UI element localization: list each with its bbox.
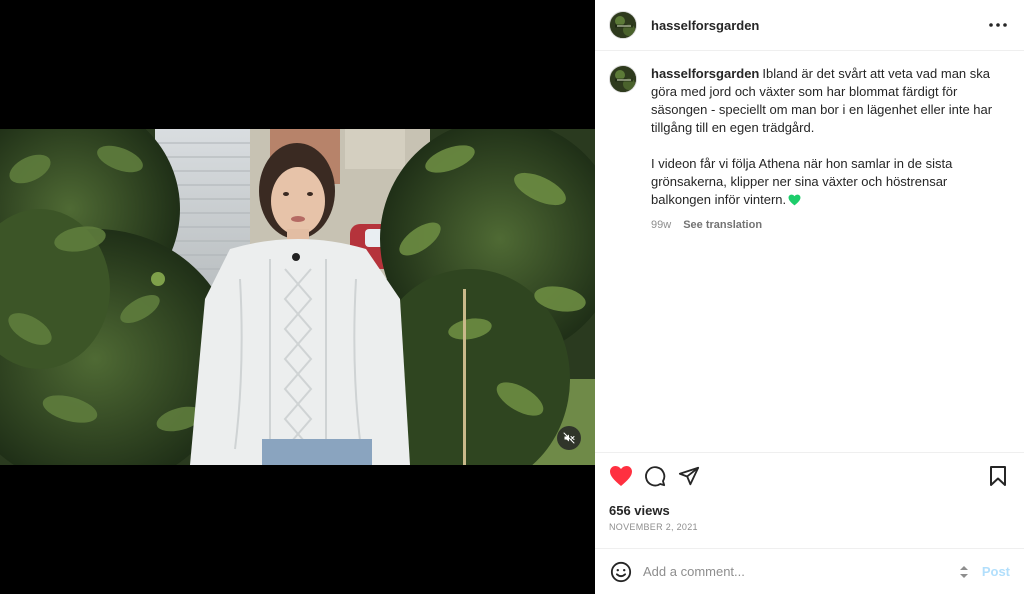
comment-bubble-icon xyxy=(645,466,666,487)
mute-toggle-button[interactable] xyxy=(557,426,581,450)
more-options-button[interactable] xyxy=(986,13,1010,37)
caption-avatar[interactable] xyxy=(609,65,637,93)
more-dots-icon xyxy=(989,23,1007,27)
emoji-picker-button[interactable] xyxy=(609,560,633,584)
post-age[interactable]: 99w xyxy=(651,219,671,231)
username-link[interactable]: hasselforsgarden xyxy=(651,18,759,33)
see-translation-button[interactable]: See translation xyxy=(683,219,762,231)
media-pane xyxy=(0,0,595,594)
caption-text: hasselforsgarden Ibland är det svårt att … xyxy=(651,65,1010,211)
save-button[interactable] xyxy=(986,464,1010,488)
heart-filled-icon xyxy=(610,466,632,486)
actions-section: 656 views NOVEMBER 2, 2021 Add a comment… xyxy=(595,452,1024,594)
post-comment-button[interactable]: Post xyxy=(982,564,1010,579)
add-comment-bar: Post xyxy=(595,548,1024,594)
comment-button[interactable] xyxy=(643,464,667,488)
speaker-muted-icon xyxy=(563,432,575,444)
action-bar xyxy=(595,453,1024,499)
post-header: hasselforsgarden xyxy=(595,0,1024,51)
caption-body: hasselforsgarden Ibland är det svårt att … xyxy=(651,65,1010,231)
hasselforsgarden-logo xyxy=(610,66,636,92)
green-heart-icon xyxy=(788,193,801,211)
hasselforsgarden-logo xyxy=(610,12,636,38)
view-count[interactable]: 656 views xyxy=(595,499,1024,519)
avatar[interactable] xyxy=(609,11,637,39)
caption-meta: 99w See translation xyxy=(651,219,1010,231)
share-button[interactable] xyxy=(677,464,701,488)
post-side-panel: hasselforsgarden hasselforsgarden Ibland… xyxy=(595,0,1024,594)
smiley-icon xyxy=(610,561,632,582)
textarea-resize-icon xyxy=(958,564,970,580)
post-date[interactable]: NOVEMBER 2, 2021 xyxy=(595,519,1024,535)
comment-input[interactable] xyxy=(643,559,958,584)
post-video[interactable] xyxy=(0,129,595,465)
paper-plane-icon xyxy=(678,466,700,486)
post-modal: hasselforsgarden hasselforsgarden Ibland… xyxy=(0,0,1024,594)
caption: hasselforsgarden Ibland är det svårt att … xyxy=(609,65,1010,231)
bookmark-icon xyxy=(990,466,1006,486)
caption-paragraph-2: I videon får vi följa Athena när hon sam… xyxy=(651,156,956,207)
video-frame xyxy=(0,129,595,465)
caption-username[interactable]: hasselforsgarden xyxy=(651,66,759,81)
comments-section: hasselforsgarden Ibland är det svårt att … xyxy=(595,51,1024,452)
like-button[interactable] xyxy=(609,464,633,488)
